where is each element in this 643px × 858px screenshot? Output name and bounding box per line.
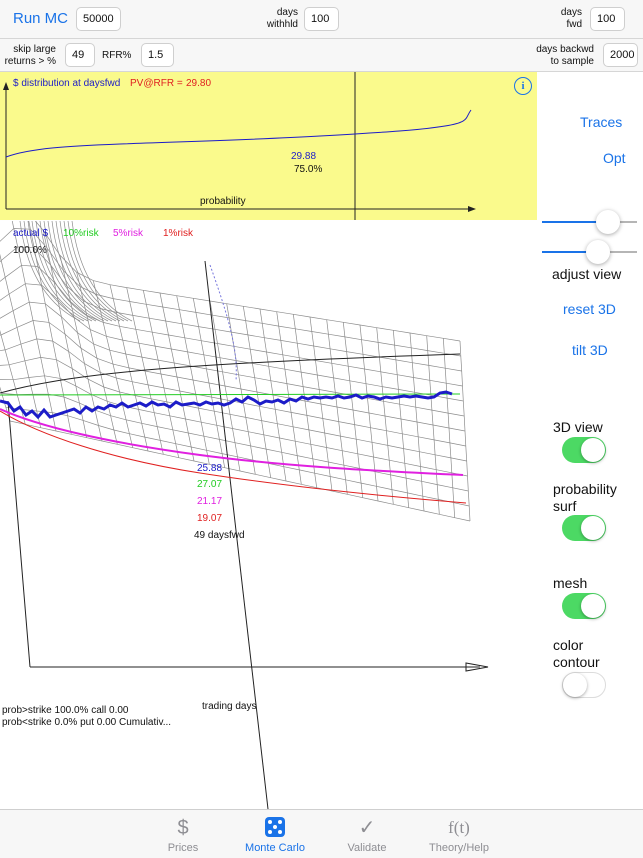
pv-label: PV@RFR =	[130, 78, 183, 89]
checkmark-icon: ✓	[358, 817, 376, 839]
dice-icon	[230, 816, 320, 840]
probability-surf-label-line2: surf	[553, 498, 577, 514]
days-fwd-field[interactable]: 100	[590, 7, 625, 31]
info-icon[interactable]: i	[514, 77, 532, 95]
tilt-3d-button[interactable]: tilt 3D	[572, 342, 608, 358]
run-count-field[interactable]: 50000	[76, 7, 121, 31]
days-fwd-label-line1: days	[560, 7, 582, 18]
legend-1-risk: 1%risk	[163, 228, 194, 239]
rfr-label: RFR%	[102, 50, 132, 61]
pv-value: 29.80	[186, 78, 212, 89]
distribution-plot	[3, 72, 476, 220]
days-withhld-label-line2: withhld	[266, 19, 298, 30]
days-withhld-label-line1: days	[276, 7, 298, 18]
tab-bar: $ Prices Monte Carlo ✓ Validate f(t) The…	[0, 809, 643, 858]
skip-returns-field[interactable]: 49	[65, 43, 95, 67]
probability-surf-toggle-knob	[581, 516, 605, 540]
dollar-icon: $	[177, 817, 189, 839]
skip-returns-label: skip large returns > %	[0, 44, 56, 68]
color-contour-toggle-knob	[563, 673, 587, 697]
skip-returns-label-line1: skip large	[13, 44, 56, 55]
distribution-title: $ distribution at daysfwd	[13, 78, 121, 89]
tab-theory-help-label: Theory/Help	[429, 842, 489, 854]
prob-above-strike-text: prob>strike 100.0% call 0.00	[2, 705, 129, 716]
marker-value: 29.88	[291, 151, 317, 162]
percent-readout: 100.0%	[13, 245, 47, 256]
days-fwd-label: days fwd	[530, 7, 582, 31]
tab-validate-label: Validate	[347, 842, 387, 854]
trading-days-axis-label: trading days	[202, 701, 257, 712]
tab-prices-label: Prices	[167, 842, 199, 854]
days-backwd-label-line1: days backwd	[536, 44, 594, 55]
run-mc-button[interactable]: Run MC	[13, 10, 68, 27]
probability-mesh	[0, 221, 471, 522]
rfr-field[interactable]: 1.5	[141, 43, 174, 67]
opt-button[interactable]: Opt	[603, 150, 626, 166]
3d-view-toggle-knob	[581, 438, 605, 462]
tab-prices[interactable]: $ Prices	[138, 810, 228, 858]
mesh-toggle[interactable]	[562, 593, 606, 619]
color-contour-label-line1: color	[553, 637, 584, 653]
tab-validate[interactable]: ✓ Validate	[322, 810, 412, 858]
readout-10-risk: 27.07	[197, 479, 223, 490]
probability-surf-label: probability surf	[553, 481, 617, 515]
readout-5-risk: 21.17	[197, 496, 223, 507]
days-backwd-field[interactable]: 2000	[603, 43, 638, 67]
color-contour-toggle[interactable]	[562, 672, 606, 698]
mesh-toggle-knob	[581, 594, 605, 618]
tab-monte-carlo-label: Monte Carlo	[245, 842, 305, 854]
3d-view-toggle[interactable]	[562, 437, 606, 463]
view-slider-2-knob[interactable]	[586, 240, 610, 264]
probability-axis-label: probability	[200, 196, 246, 207]
days-forward-readout: 49 daysfwd	[194, 530, 245, 541]
function-icon: f(t)	[448, 818, 470, 837]
color-contour-label-line2: contour	[553, 654, 600, 670]
legend-5-risk: 5%risk	[113, 228, 144, 239]
probability-surf-label-line1: probability	[553, 481, 617, 497]
skip-returns-label-line2: returns > %	[4, 56, 56, 67]
marker-percent: 75.0%	[294, 164, 323, 175]
days-fwd-label-line2: fwd	[566, 19, 582, 30]
top-toolbar: Run MC 50000 days withhld 100 days fwd 1…	[0, 0, 643, 39]
distribution-panel: $ distribution at daysfwd PV@RFR = 29.80…	[0, 72, 537, 220]
days-backwd-label-line2: to sample	[550, 56, 594, 67]
3d-view-label: 3D view	[553, 419, 603, 435]
tab-monte-carlo[interactable]: Monte Carlo	[230, 810, 320, 858]
readout-1-risk: 19.07	[197, 513, 223, 524]
days-withhld-field[interactable]: 100	[304, 7, 339, 31]
legend-10-risk: 10%risk	[63, 228, 99, 239]
dice-icon-svg	[265, 817, 285, 837]
days-withhld-label: days withhld	[250, 7, 298, 31]
traces-button[interactable]: Traces	[580, 114, 622, 130]
tab-theory-help[interactable]: f(t) Theory/Help	[414, 810, 504, 858]
days-backwd-label: days backwd to sample	[524, 44, 594, 68]
reset-3d-button[interactable]: reset 3D	[563, 301, 616, 317]
probability-surf-toggle[interactable]	[562, 515, 606, 541]
color-contour-label: color contour	[553, 637, 600, 671]
parameter-toolbar: skip large returns > % 49 RFR% 1.5 days …	[0, 39, 643, 72]
view-slider-1-knob[interactable]	[596, 210, 620, 234]
readout-actual: 25.88	[197, 463, 223, 474]
legend-actual: actual $	[13, 228, 49, 239]
prob-below-strike-text: prob<strike 0.0% put 0.00 Cumulativ...	[2, 717, 172, 728]
adjust-view-label: adjust view	[552, 266, 622, 282]
mesh-label: mesh	[553, 575, 588, 591]
